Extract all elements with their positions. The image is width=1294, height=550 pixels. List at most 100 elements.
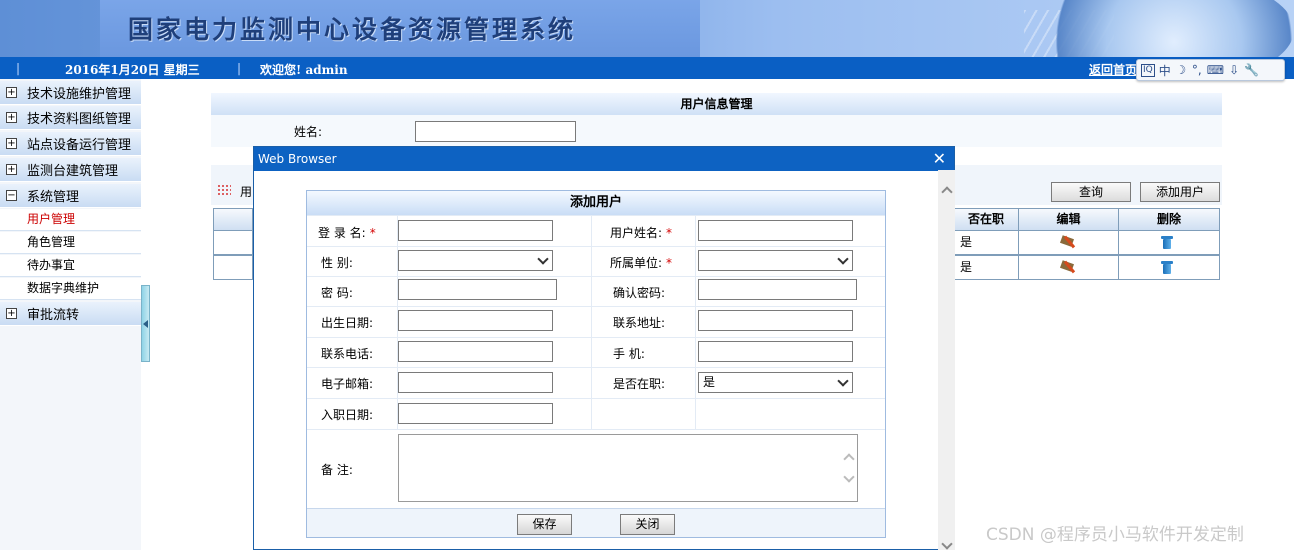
sidebar-group-station-equipment[interactable]: + 站点设备运行管理 <box>0 132 141 156</box>
delete-icon[interactable] <box>1160 235 1174 249</box>
add-user-form: 添加用户 登 录 名:* 用户姓名: * 性 别: 所属单位:* 密 码: <box>306 190 886 538</box>
employed-label: 是否在职: <box>613 377 666 391</box>
login-name-label: 登 录 名: * <box>318 224 376 241</box>
ime-logo-icon[interactable]: IQ <box>1141 63 1155 77</box>
save-button[interactable]: 保存 <box>517 514 572 535</box>
sidebar-collapse-handle[interactable] <box>141 285 150 362</box>
delete-icon[interactable] <box>1160 260 1174 274</box>
scroll-down-icon[interactable] <box>941 538 953 550</box>
gender-select[interactable] <box>398 250 553 271</box>
close-button[interactable]: 关闭 <box>620 514 675 535</box>
ime-moon-icon[interactable]: ☽ <box>1175 63 1187 77</box>
unit-label: 所属单位: * <box>610 254 672 271</box>
sidebar-group-label: 监测台建筑管理 <box>27 164 119 179</box>
chevron-down-icon <box>837 253 849 265</box>
address-input[interactable] <box>698 310 853 331</box>
expand-icon[interactable]: + <box>6 138 17 149</box>
unit-select[interactable] <box>698 250 853 271</box>
welcome-text: 欢迎您! admin <box>260 63 348 77</box>
email-input[interactable] <box>398 372 553 393</box>
phone-input[interactable] <box>398 341 553 362</box>
search-name-label: 姓名: <box>294 125 323 139</box>
current-date: 2016年1月20日 星期三 <box>65 63 200 77</box>
sidebar-item-data-dictionary[interactable]: 数据字典维护 <box>0 278 141 300</box>
sidebar-item-user-management[interactable]: 用户管理 <box>0 209 141 231</box>
search-row <box>211 115 1222 147</box>
user-name-input[interactable] <box>698 220 853 241</box>
gender-label: 性 别: <box>321 256 353 270</box>
login-name-label-text: 登 录 名: <box>318 226 366 240</box>
expand-icon[interactable]: + <box>6 87 17 98</box>
separator: | <box>16 61 21 75</box>
remarks-textarea[interactable] <box>398 434 858 502</box>
mobile-input[interactable] <box>698 341 853 362</box>
password-label: 密 码: <box>321 286 353 300</box>
scroll-up-icon[interactable] <box>843 453 855 465</box>
dialog-titlebar[interactable]: Web Browser ✕ <box>254 147 954 171</box>
phone-label: 联系电话: <box>321 347 374 361</box>
scroll-down-icon[interactable] <box>843 471 855 483</box>
column-divider <box>591 215 592 430</box>
column-divider <box>695 215 696 430</box>
employed-select[interactable]: 是 <box>698 372 853 393</box>
app-window: 国家电力监测中心设备资源管理系统 | 2016年1月20日 星期三 | 欢迎您!… <box>0 0 1294 550</box>
hire-date-input[interactable] <box>398 403 553 424</box>
sidebar-group-label: 技术资料图纸管理 <box>27 112 132 127</box>
confirm-password-label: 确认密码: <box>613 286 666 300</box>
column-header-edit: 编辑 <box>1018 208 1119 231</box>
sidebar-group-approval[interactable]: + 审批流转 <box>0 302 141 326</box>
chevron-down-icon <box>837 375 849 387</box>
password-input[interactable] <box>398 279 557 300</box>
expand-icon[interactable]: + <box>6 308 17 319</box>
ime-chinese-mode[interactable]: 中 <box>1159 62 1171 79</box>
expand-icon[interactable]: + <box>6 164 17 175</box>
scroll-up-icon[interactable] <box>941 186 953 198</box>
dialog-title: Web Browser <box>258 152 337 166</box>
globe-image <box>994 0 1294 57</box>
search-name-input[interactable] <box>415 121 576 142</box>
sidebar-group-facility-maintenance[interactable]: + 技术设施维护管理 <box>0 81 141 105</box>
edit-icon[interactable] <box>1059 260 1077 274</box>
sidebar-group-system-management[interactable]: − 系统管理 <box>0 184 141 208</box>
ime-arrow-icon[interactable]: ⇩ <box>1228 63 1240 77</box>
sidebar-group-buildings[interactable]: + 监测台建筑管理 <box>0 158 141 182</box>
close-icon[interactable]: ✕ <box>933 149 946 169</box>
watermark: CSDN @程序员小马软件开发定制 <box>986 525 1244 545</box>
column-header-employed: 否在职 <box>953 208 1019 231</box>
home-link[interactable]: 返回首页 <box>1089 61 1137 78</box>
separator: | <box>237 61 242 75</box>
hire-date-label: 入职日期: <box>321 408 374 422</box>
delete-cell <box>1118 255 1220 280</box>
sidebar-item-todo[interactable]: 待办事宜 <box>0 255 141 277</box>
system-title: 国家电力监测中心设备资源管理系统 <box>128 15 577 44</box>
required-mark: * <box>369 226 376 240</box>
list-title: 用 <box>240 185 253 199</box>
employed-select-value: 是 <box>703 375 716 389</box>
user-name-label-text: 用户姓名: <box>610 226 663 240</box>
sidebar-group-label: 站点设备运行管理 <box>27 138 132 153</box>
table-cell <box>213 230 253 255</box>
table-cell <box>213 255 253 280</box>
expand-icon[interactable]: + <box>6 112 17 123</box>
unit-label-text: 所属单位: <box>610 256 663 270</box>
form-title: 添加用户 <box>307 191 885 215</box>
sidebar-group-label: 系统管理 <box>27 190 80 205</box>
grid-icon <box>217 184 231 196</box>
query-button[interactable]: 查询 <box>1051 182 1131 202</box>
birth-date-input[interactable] <box>398 310 553 331</box>
form-row <box>307 398 885 429</box>
ime-punctuation-icon[interactable]: °, <box>1191 63 1203 77</box>
table-header-cell <box>213 208 253 231</box>
ime-keyboard-icon[interactable]: ⌨ <box>1207 63 1224 77</box>
remarks-label: 备 注: <box>321 463 353 477</box>
add-user-button[interactable]: 添加用户 <box>1140 182 1220 202</box>
edit-icon[interactable] <box>1059 235 1077 249</box>
collapse-icon[interactable]: − <box>6 190 17 201</box>
login-name-input[interactable] <box>398 220 553 241</box>
ime-wrench-icon[interactable]: 🔧 <box>1244 63 1259 77</box>
confirm-password-input[interactable] <box>698 279 857 300</box>
sidebar-group-drawings[interactable]: + 技术资料图纸管理 <box>0 106 141 130</box>
dialog-scrollbar[interactable] <box>938 170 955 550</box>
delete-cell <box>1118 230 1220 255</box>
sidebar-item-role-management[interactable]: 角色管理 <box>0 232 141 254</box>
